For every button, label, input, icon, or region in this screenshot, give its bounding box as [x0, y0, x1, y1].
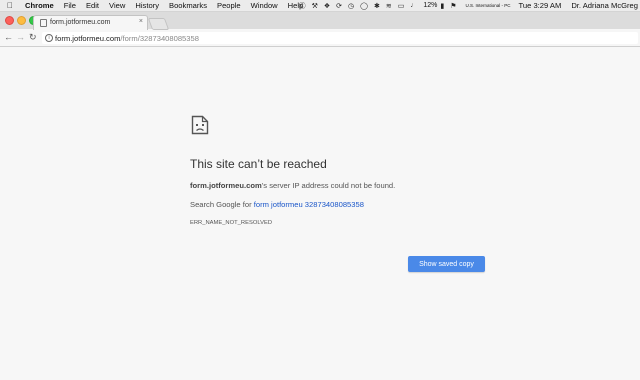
flag-icon[interactable]: ⚑ [450, 2, 456, 10]
close-window-button[interactable] [5, 16, 14, 25]
browser-toolbar: ← → ↻ i form.jotformeu.com/form/32873408… [0, 30, 640, 47]
address-url[interactable]: form.jotformeu.com/form/32873408085358 [55, 34, 199, 43]
menu-bar-status-area: Ⓒ ⚒ ❖ ⟳ ◷ ◯ ✱ ≋ ▭ ♩ 12% ▮ ⚑ U.S. Interna… [299, 0, 640, 11]
browser-tab-strip: form.jotformeu.com × [0, 12, 640, 30]
battery-percent[interactable]: 12% [423, 2, 437, 9]
dropbox-icon[interactable]: ❖ [324, 2, 330, 10]
menu-view[interactable]: View [109, 1, 125, 10]
forward-arrow-icon[interactable]: → [16, 32, 25, 42]
menu-bookmarks[interactable]: Bookmarks [169, 1, 207, 10]
reload-icon[interactable]: ↻ [29, 32, 37, 43]
sync-icon[interactable]: ⟳ [336, 2, 342, 10]
sad-page-icon [191, 115, 209, 135]
bluetooth-icon[interactable]: ✱ [374, 2, 380, 10]
menu-history[interactable]: History [135, 1, 159, 10]
menu-edit[interactable]: Edit [86, 1, 99, 10]
keyboard-layout[interactable]: U.S. International - PC [466, 3, 511, 8]
url-host: form.jotformeu.com [55, 33, 121, 43]
error-host: form.jotformeu.com [190, 181, 262, 190]
volume-icon[interactable]: ♩ [410, 2, 417, 9]
menu-people[interactable]: People [217, 1, 241, 10]
error-page: This site can’t be reached form.jotforme… [0, 47, 640, 380]
active-tab[interactable]: form.jotformeu.com × [33, 15, 148, 30]
airplay-icon[interactable]: ▭ [398, 2, 405, 10]
url-path: /form/32873408085358 [120, 33, 199, 43]
tab-title: form.jotformeu.com [50, 19, 111, 26]
new-tab-button[interactable] [147, 18, 170, 30]
macos-menu-bar:  Chrome File Edit View History Bookmark… [0, 0, 640, 12]
address-bar[interactable]: i form.jotformeu.com/form/32873408085358 [42, 32, 638, 44]
minimize-window-button[interactable] [17, 16, 26, 25]
info-icon[interactable]: i [45, 34, 53, 42]
time-machine-icon[interactable]: ◷ [348, 2, 354, 10]
menu-bar-user[interactable]: Dr. Adriana McGreg [571, 1, 638, 10]
error-description-text: ’s server IP address could not be found. [261, 181, 396, 190]
search-prefix: Search Google for [190, 200, 254, 209]
apple-logo-icon[interactable]:  [7, 1, 17, 10]
search-suggestion: Search Google for form jotformeu 3287340… [190, 200, 364, 209]
chat-icon[interactable]: ◯ [360, 2, 368, 10]
page-favicon-icon [40, 19, 47, 27]
menu-file[interactable]: File [64, 1, 76, 10]
menu-chrome[interactable]: Chrome [25, 1, 54, 10]
back-arrow-icon[interactable]: ← [4, 32, 13, 42]
error-code: ERR_NAME_NOT_RESOLVED [190, 220, 273, 226]
menu-bar-clock[interactable]: Tue 3:29 AM [519, 1, 562, 10]
error-heading: This site can’t be reached [190, 157, 327, 171]
menu-window[interactable]: Window [251, 1, 278, 10]
error-description: form.jotformeu.com’s server IP address c… [190, 181, 395, 190]
search-google-link[interactable]: form jotformeu 32873408085358 [254, 200, 364, 209]
tool-icon[interactable]: ⚒ [312, 2, 318, 10]
battery-icon[interactable]: ▮ [440, 2, 444, 10]
skype-icon[interactable]: Ⓒ [299, 1, 306, 11]
tab-close-icon[interactable]: × [139, 18, 143, 25]
wifi-icon[interactable]: ≋ [386, 2, 392, 10]
show-saved-copy-button[interactable]: Show saved copy [408, 256, 485, 272]
